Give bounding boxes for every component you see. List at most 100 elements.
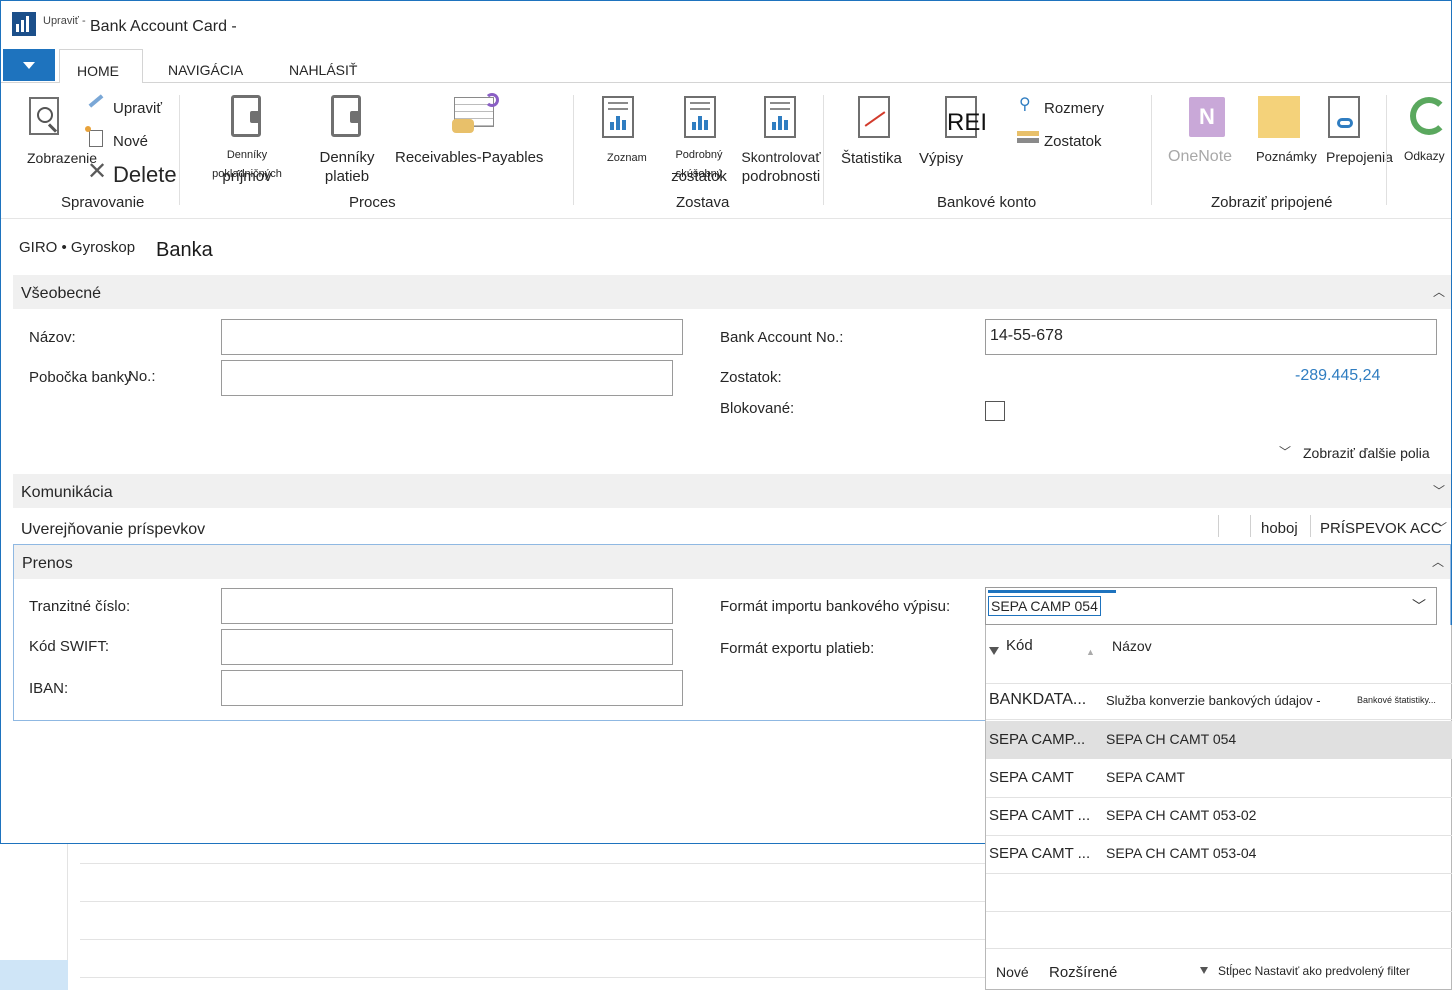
row-divider — [986, 873, 1452, 874]
tab-navigacia[interactable]: NAVIGÁCIA — [168, 49, 243, 83]
edit-mode-label[interactable]: Upraviť - — [43, 15, 86, 27]
show-more-fields-link[interactable]: Zobraziť ďalšie polia — [1303, 445, 1430, 461]
section-uverejnovanie-header[interactable]: Uverejňovanie príspevkov hoboj PRÍSPEVOK… — [13, 511, 1451, 544]
chevron-down-icon[interactable]: ﹀ — [1279, 443, 1291, 460]
filter-icon — [1200, 967, 1208, 974]
page-title: Banka — [156, 239, 213, 261]
pobocka-input[interactable] — [221, 360, 673, 396]
tranzitne-input[interactable] — [221, 588, 673, 624]
import-format-label: Formát importu bankového výpisu: — [720, 598, 951, 615]
ribbon-separator — [1386, 95, 1387, 205]
lookup-row-code: SEPA CAMP... — [989, 731, 1086, 748]
column-divider — [1218, 515, 1219, 537]
background-left-column — [0, 843, 68, 960]
tranzitne-label: Tranzitné číslo: — [29, 598, 131, 615]
statistika-label: Štatistika — [841, 150, 902, 167]
iban-input[interactable] — [221, 670, 683, 706]
zostatok-value[interactable]: -289.445,24 — [1295, 367, 1380, 385]
zoznam-label: Zoznam — [607, 152, 647, 164]
prepojenia-label: Prepojenia — [1326, 149, 1393, 165]
nove-label: Nové — [113, 133, 149, 150]
lookup-row-name: SEPA CH CAMT 053-04 — [1106, 845, 1257, 861]
zostatok-ribbon-label: Zostatok — [1044, 133, 1102, 150]
chevron-down-icon[interactable]: ﹀ — [1412, 596, 1426, 616]
lookup-row-code: SEPA CAMT ... — [989, 807, 1091, 824]
denniky-prijmov-label-2: príjmov — [222, 168, 272, 185]
chevron-down-icon[interactable]: ﹀ — [1435, 519, 1447, 536]
lookup-row-selected[interactable]: SEPA CAMP... SEPA CH CAMT 054 — [986, 721, 1452, 759]
posting-account-value: PRÍSPEVOK ACC — [1320, 520, 1442, 537]
nazov-input[interactable] — [221, 319, 683, 355]
row-divider — [986, 948, 1452, 949]
import-format-lookup: Kód ▲ Názov BANKDATA... Služba konverzie… — [985, 625, 1452, 990]
section-vseobecne-title: Všeobecné — [21, 285, 102, 302]
upravit-label: Upraviť — [113, 100, 162, 117]
ribbon-separator — [573, 95, 574, 205]
chevron-up-icon[interactable]: ︿ — [1433, 283, 1445, 300]
nazov-label: Názov: — [29, 329, 76, 346]
export-format-label: Formát exportu platieb: — [720, 640, 875, 657]
lookup-row[interactable]: SEPA CAMT ... SEPA CH CAMT 053-02 — [986, 797, 1452, 835]
row-divider — [986, 719, 1452, 720]
chevron-up-icon[interactable]: ︿ — [1432, 553, 1444, 570]
denniky-platieb-label-1: Denníky — [319, 149, 375, 166]
lookup-row-name: SEPA CH CAMT 053-02 — [1106, 807, 1257, 823]
row-divider — [986, 911, 1452, 912]
posting-group-value: hoboj — [1261, 520, 1298, 537]
trial-balance-icon — [684, 96, 716, 138]
tab-home[interactable]: HOME — [59, 49, 143, 83]
denniky-platieb-label-2: platieb — [324, 168, 370, 185]
statistics-icon — [858, 96, 890, 138]
swift-label: Kód SWIFT: — [29, 638, 110, 655]
onenote-label: OneNote — [1168, 148, 1233, 165]
view-document-icon — [29, 97, 59, 135]
swift-input[interactable] — [221, 629, 673, 665]
import-format-value[interactable]: SEPA CAMP 054 — [988, 596, 1101, 616]
lookup-row-code: SEPA CAMT — [989, 769, 1074, 786]
vypisy-label: Výpisy — [919, 150, 964, 167]
import-format-combobox[interactable]: SEPA CAMP 054 ﹀ — [985, 587, 1437, 625]
lookup-new-button[interactable]: Nové — [996, 964, 1029, 980]
lookup-row[interactable]: SEPA CAMT ... SEPA CH CAMT 053-04 — [986, 835, 1452, 873]
lookup-advanced-button[interactable]: Rozšírené — [1049, 964, 1117, 981]
section-prenos-header[interactable]: Prenos ︿ — [14, 545, 1450, 579]
notes-icon — [1258, 96, 1300, 138]
lookup-row-code: BANKDATA... — [989, 691, 1087, 708]
list-report-icon — [602, 96, 634, 138]
receivables-payables-label: Receivables-Payables — [395, 149, 544, 166]
delete-x-icon: ✕ — [87, 158, 108, 185]
account-no-input[interactable]: 14-55-678 — [985, 319, 1437, 355]
blokovane-checkbox[interactable] — [985, 401, 1005, 421]
lookup-row-name: SEPA CH CAMT 054 — [1106, 731, 1237, 747]
section-uverejnovanie-title: Uverejňovanie príspevkov — [21, 521, 206, 538]
ribbon-separator — [1151, 95, 1152, 205]
group-zostava-label: Zostava — [676, 194, 730, 211]
refresh-arrow-icon — [485, 93, 499, 107]
lookup-col-name[interactable]: Názov — [1112, 638, 1152, 654]
set-default-filter-button[interactable]: Stĺpec Nastaviť ako predvolený filter — [1218, 964, 1410, 978]
filter-icon[interactable] — [989, 647, 999, 655]
title-bar: Upraviť - Bank Account Card - — [1, 1, 1451, 49]
section-komunikacia-title: Komunikácia — [21, 484, 113, 501]
column-divider — [1310, 515, 1311, 537]
refresh-icon — [1410, 97, 1448, 135]
podrobny-label-2: zostatok — [671, 168, 727, 185]
section-komunikacia-header[interactable]: Komunikácia ﹀ — [13, 474, 1451, 508]
section-vseobecne-header[interactable]: Všeobecné ︿ — [13, 275, 1451, 309]
payment-journal-icon — [331, 95, 361, 137]
new-star-icon — [85, 126, 91, 132]
lookup-row-name: SEPA CAMT — [1106, 769, 1186, 785]
check-details-icon — [764, 96, 796, 138]
pobocka-label: Pobočka banky — [29, 369, 132, 386]
application-menu-button[interactable] — [3, 49, 55, 81]
links-document-icon — [1328, 96, 1360, 138]
lookup-row[interactable]: BANKDATA... Služba konverzie bankových ú… — [986, 681, 1452, 719]
lookup-col-code[interactable]: Kód — [1006, 637, 1033, 654]
column-divider — [1250, 515, 1251, 537]
chevron-down-icon[interactable]: ﹀ — [1433, 482, 1445, 499]
selection-highlight — [988, 590, 1116, 593]
lookup-row[interactable]: SEPA CAMT SEPA CAMT — [986, 759, 1452, 797]
odkazy-label: Odkazy — [1404, 149, 1445, 163]
account-no-label: Bank Account No.: — [720, 329, 844, 346]
tab-nahlasit[interactable]: NAHLÁSIŤ — [289, 49, 357, 83]
